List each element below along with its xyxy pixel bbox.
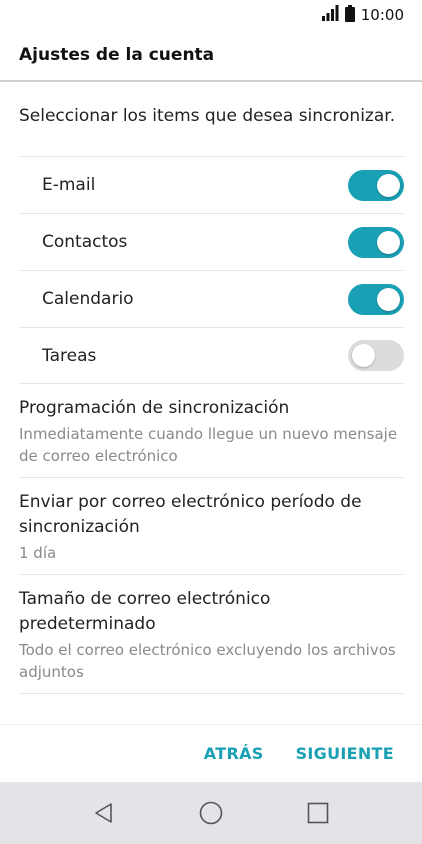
setting-subtitle: 1 día <box>19 544 57 562</box>
setting-title: Tamaño de correo electrónico predetermin… <box>19 589 271 634</box>
toggle-knob <box>352 344 375 367</box>
sync-item-label: Calendario <box>42 289 134 309</box>
settings-list: Programación de sincronización Inmediata… <box>19 384 404 694</box>
toggle-knob <box>377 173 400 197</box>
setting-sync-period[interactable]: Enviar por correo electrónico período de… <box>19 478 404 575</box>
email-toggle[interactable] <box>348 169 404 201</box>
toggle-knob <box>377 287 400 311</box>
header: Ajustes de la cuenta <box>0 30 422 82</box>
footer-actions: ATRÁS SIGUIENTE <box>0 724 422 782</box>
nav-home-icon[interactable] <box>191 793 231 833</box>
calendar-toggle[interactable] <box>348 283 404 315</box>
status-bar: 10:00 <box>0 0 422 30</box>
sync-item-tasks[interactable]: Tareas <box>19 327 404 384</box>
sync-item-email[interactable]: E-mail <box>19 156 404 213</box>
sync-items-list: E-mail Contactos Calendario Tareas <box>19 156 404 384</box>
setting-subtitle: Todo el correo electrónico excluyendo lo… <box>19 641 396 681</box>
sync-item-label: Tareas <box>42 345 97 366</box>
toggle-knob <box>377 230 400 254</box>
system-nav-bar <box>0 782 422 844</box>
page-title: Ajustes de la cuenta <box>19 45 215 65</box>
nav-back-icon[interactable] <box>84 793 124 833</box>
setting-title: Programación de sincronización <box>19 398 290 418</box>
setting-title: Enviar por correo electrónico período de… <box>19 492 362 537</box>
setting-subtitle: Inmediatamente cuando llegue un nuevo me… <box>19 425 398 465</box>
sync-item-label: Contactos <box>42 232 128 252</box>
signal-icon <box>321 5 339 25</box>
sync-intro-text: Seleccionar los items que desea sincroni… <box>19 106 396 126</box>
sync-item-label: E-mail <box>42 175 96 195</box>
battery-icon <box>344 4 355 26</box>
contacts-toggle[interactable] <box>348 226 404 258</box>
back-button[interactable]: ATRÁS <box>204 744 264 763</box>
setting-email-size[interactable]: Tamaño de correo electrónico predetermin… <box>19 575 404 694</box>
nav-recents-icon[interactable] <box>298 793 338 833</box>
sync-item-contacts[interactable]: Contactos <box>19 213 404 270</box>
sync-item-calendar[interactable]: Calendario <box>19 270 404 327</box>
setting-sync-schedule[interactable]: Programación de sincronización Inmediata… <box>19 384 404 478</box>
next-button[interactable]: SIGUIENTE <box>296 744 394 763</box>
tasks-toggle[interactable] <box>348 340 404 371</box>
status-time: 10:00 <box>360 6 404 24</box>
